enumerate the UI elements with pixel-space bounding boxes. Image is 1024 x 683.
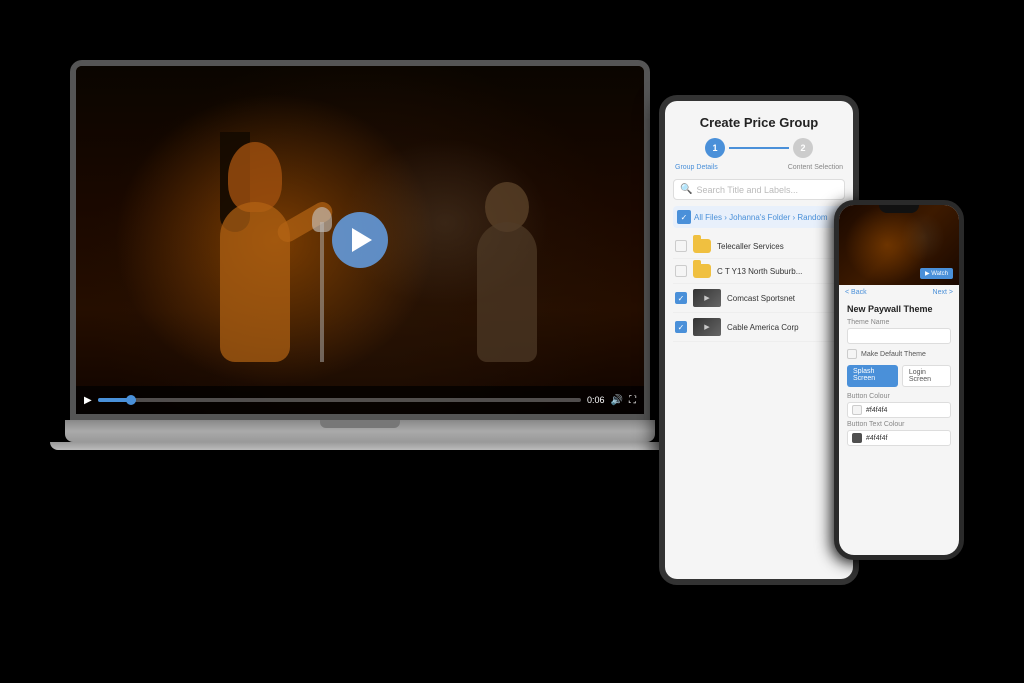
time-display: 0:06 (587, 395, 605, 405)
back-button[interactable]: < Back (845, 289, 867, 296)
button-text-color-swatch (852, 433, 862, 443)
default-theme-row[interactable]: Make Default Theme (847, 349, 951, 359)
phone-screen: ▶ Watch < Back Next > New Paywall Theme … (839, 205, 959, 555)
laptop-screen: ▶ 0:06 🔊 ⛶ (70, 60, 650, 420)
theme-name-label: Theme Name (847, 319, 951, 326)
play-button[interactable] (332, 212, 388, 268)
breadcrumb-check-icon: ✓ (677, 210, 691, 224)
item-label-0: Telecaller Services (717, 242, 784, 251)
video-player[interactable]: ▶ 0:06 🔊 ⛶ (76, 66, 644, 414)
login-screen-tab[interactable]: Login Screen (902, 365, 951, 387)
stepper: 1 2 (673, 138, 845, 158)
video-controls-bar: ▶ 0:06 🔊 ⛶ (76, 386, 644, 414)
breadcrumb-text: All Files › Johanna's Folder › Random (694, 213, 828, 222)
play-icon (352, 228, 372, 252)
tablet-page-title: Create Price Group (673, 115, 845, 130)
phone-notch (879, 205, 919, 213)
phone-header: < Back Next > (839, 285, 959, 300)
button-text-color-field[interactable]: #4f4f4f (847, 430, 951, 446)
tablet-device: Create Price Group 1 2 Group Details Con… (659, 95, 859, 585)
list-item[interactable]: ✓ Comcast Sportsnet (673, 284, 845, 313)
search-icon: 🔍 (680, 184, 692, 195)
button-color-value: #f4f4f4 (866, 407, 887, 414)
step-2-dot: 2 (793, 138, 813, 158)
breadcrumb[interactable]: ✓ All Files › Johanna's Folder › Random (673, 206, 845, 228)
phone-video-action-button[interactable]: ▶ Watch (920, 268, 953, 279)
button-color-swatch (852, 405, 862, 415)
phone-content: New Paywall Theme Theme Name Make Defaul… (839, 300, 959, 453)
splash-screen-tab[interactable]: Splash Screen (847, 365, 898, 387)
list-item[interactable]: C T Y13 North Suburb... (673, 259, 845, 284)
default-theme-label: Make Default Theme (861, 351, 926, 358)
step-line (729, 147, 789, 149)
list-item[interactable]: Telecaller Services (673, 234, 845, 259)
default-theme-checkbox[interactable] (847, 349, 857, 359)
item-checkbox-3[interactable]: ✓ (675, 321, 687, 333)
item-checkbox-0[interactable] (675, 240, 687, 252)
screen-toggle: Splash Screen Login Screen (847, 365, 951, 387)
singer-figure (190, 142, 350, 362)
video-thumbnail-3 (693, 318, 721, 336)
guitarist-body (477, 222, 537, 362)
item-label-2: Comcast Sportsnet (727, 294, 795, 303)
phone-section-title: New Paywall Theme (847, 304, 951, 314)
button-text-color-value: #4f4f4f (866, 435, 887, 442)
tablet-content: Create Price Group 1 2 Group Details Con… (665, 101, 853, 350)
step-1-label: Group Details (675, 164, 718, 171)
scene: ▶ 0:06 🔊 ⛶ Create Price Group (0, 0, 1024, 683)
step-1-dot: 1 (705, 138, 725, 158)
step-2-label: Content Selection (788, 164, 843, 171)
microphone (312, 207, 332, 232)
folder-icon (693, 239, 711, 253)
fullscreen-icon[interactable]: ⛶ (629, 395, 636, 406)
laptop: ▶ 0:06 🔊 ⛶ (50, 60, 670, 480)
volume-icon[interactable]: 🔊 (611, 395, 623, 406)
mic-stand (320, 222, 324, 362)
search-placeholder: Search Title and Labels... (696, 185, 798, 195)
theme-name-input[interactable] (847, 328, 951, 344)
item-label-1: C T Y13 North Suburb... (717, 267, 802, 276)
button-color-label: Button Colour (847, 393, 951, 400)
phone-video-preview[interactable]: ▶ Watch (839, 205, 959, 285)
next-button[interactable]: Next > (933, 289, 953, 296)
item-checkbox-1[interactable] (675, 265, 687, 277)
laptop-base (65, 420, 655, 442)
video-thumbnail-2 (693, 289, 721, 307)
guitarist-figure (457, 182, 587, 362)
folder-icon (693, 264, 711, 278)
button-color-field[interactable]: #f4f4f4 (847, 402, 951, 418)
search-bar[interactable]: 🔍 Search Title and Labels... (673, 179, 845, 200)
button-text-color-label: Button Text Colour (847, 421, 951, 428)
item-label-3: Cable America Corp (727, 323, 799, 332)
laptop-foot (50, 442, 670, 450)
phone-device: ▶ Watch < Back Next > New Paywall Theme … (834, 200, 964, 560)
progress-dot (126, 395, 136, 405)
tablet-screen: Create Price Group 1 2 Group Details Con… (665, 101, 853, 579)
laptop-camera-notch (320, 420, 400, 428)
list-item[interactable]: ✓ Cable America Corp (673, 313, 845, 342)
item-checkbox-2[interactable]: ✓ (675, 292, 687, 304)
play-pause-icon[interactable]: ▶ (84, 395, 92, 406)
progress-bar[interactable] (98, 398, 581, 402)
step-labels: Group Details Content Selection (673, 164, 845, 171)
